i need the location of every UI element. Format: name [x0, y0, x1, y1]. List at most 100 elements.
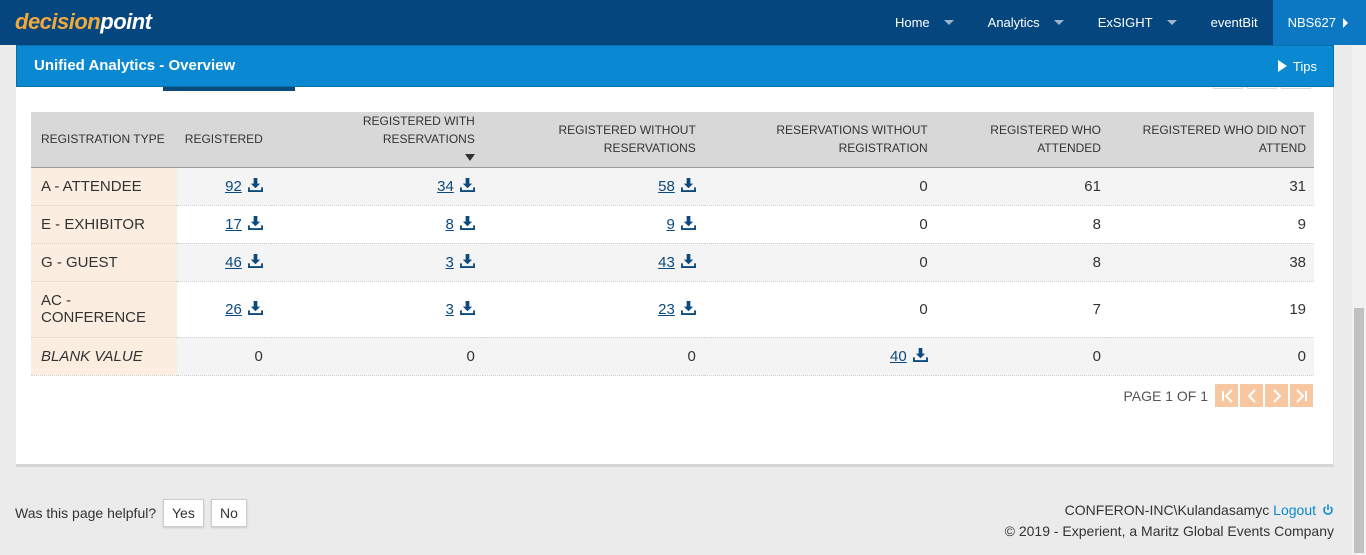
col-header-registered-with-reservations[interactable]: REGISTERED WITH RESERVATIONS: [270, 112, 483, 168]
hidden-control: [1281, 87, 1311, 89]
cell-registered-who-attended: 61: [935, 167, 1109, 206]
download-icon[interactable]: [680, 215, 696, 230]
cell-registered-with-reservations: 3: [270, 243, 483, 282]
cell-reservations-without-registration: 0: [703, 167, 936, 206]
nav-exsight-label: ExSIGHT: [1097, 15, 1153, 30]
main-nav: Home Analytics ExSIGHT eventBit NBS627: [876, 0, 1366, 45]
download-icon[interactable]: [247, 177, 263, 192]
registered-link[interactable]: 26: [225, 301, 242, 318]
cell-registered-without-reservations: 23: [482, 281, 704, 338]
col-header-registered-who-did-not-attend[interactable]: REGISTERED WHO DID NOT ATTEND: [1108, 112, 1314, 168]
registered-link[interactable]: 17: [225, 216, 242, 233]
cell-registered-who-did-not-attend: 38: [1108, 243, 1314, 282]
cell-registered-who-did-not-attend: 0: [1108, 337, 1314, 376]
cell-registered-with-reservations: 34: [270, 167, 483, 206]
without-reservations-link[interactable]: 23: [658, 301, 675, 318]
without-reservations-link[interactable]: 58: [658, 178, 675, 195]
cell-text: CONFERENCE: [41, 309, 147, 326]
download-icon[interactable]: [912, 347, 928, 362]
download-icon[interactable]: [247, 300, 263, 315]
table-row: AC - CONFERENCE 26 3 23 0 7 19: [31, 281, 1314, 338]
download-icon[interactable]: [247, 253, 263, 268]
next-page-button[interactable]: [1265, 384, 1288, 407]
first-page-icon: [1221, 388, 1233, 403]
cell-registered-with-reservations: 0: [270, 337, 483, 376]
account-info: CONFERON-INC\Kulandasamyc Logout: [1065, 502, 1334, 518]
tips-label: Tips: [1292, 59, 1317, 74]
tips-button[interactable]: Tips: [1277, 59, 1317, 74]
download-icon[interactable]: [459, 253, 475, 268]
cell-registration-type: BLANK VALUE: [31, 337, 177, 376]
cell-registered-who-did-not-attend: 19: [1108, 281, 1314, 338]
cell-registration-type: A - ATTENDEE: [31, 167, 177, 206]
download-icon[interactable]: [459, 300, 475, 315]
top-navbar: decisionpoint Home Analytics ExSIGHT eve…: [0, 0, 1366, 45]
cell-registered-who-did-not-attend: 9: [1108, 205, 1314, 244]
with-reservations-link[interactable]: 8: [446, 216, 454, 233]
prev-page-button[interactable]: [1240, 384, 1263, 407]
active-tab-indicator: [163, 87, 295, 91]
col-header-label: REGISTERED WITH RESERVATIONS: [362, 114, 475, 147]
download-icon[interactable]: [459, 177, 475, 192]
scrollbar-thumb[interactable]: [1354, 308, 1364, 553]
power-icon[interactable]: [1322, 504, 1334, 516]
first-page-button[interactable]: [1215, 384, 1238, 407]
download-icon[interactable]: [680, 300, 696, 315]
last-page-button[interactable]: [1290, 384, 1313, 407]
col-header-registration-type[interactable]: REGISTRATION TYPE: [31, 112, 177, 168]
cell-registered-who-attended: 7: [935, 281, 1109, 338]
account-name: CONFERON-INC\Kulandasamyc: [1064, 502, 1270, 518]
nav-exsight[interactable]: ExSIGHT: [1079, 0, 1192, 45]
decisionpoint-logo[interactable]: decisionpoint: [15, 9, 152, 35]
col-header-label: REGISTERED WITHOUT: [558, 123, 696, 138]
feedback-yes-button[interactable]: Yes: [163, 499, 204, 527]
logout-link[interactable]: Logout: [1273, 502, 1316, 518]
page-scrollbar[interactable]: [1352, 45, 1366, 555]
chevron-down-icon: [1053, 20, 1064, 25]
cell-registered-without-reservations: 0: [482, 337, 704, 376]
cell-registered-who-attended: 8: [935, 243, 1109, 282]
cell-registered: 17: [176, 205, 271, 244]
chevron-right-icon: [1343, 17, 1348, 28]
play-icon: [1277, 60, 1287, 72]
registered-link[interactable]: 46: [225, 254, 242, 271]
col-header-label: REGISTERED WHO: [990, 123, 1101, 138]
pagination: PAGE 1 OF 1: [1123, 384, 1313, 407]
registration-table: REGISTRATION TYPE REGISTERED REGISTERED …: [31, 112, 1314, 376]
chevron-right-icon: [1272, 388, 1281, 403]
cell-reservations-without-registration: 0: [703, 205, 936, 244]
feedback-no-button[interactable]: No: [211, 499, 247, 527]
download-icon[interactable]: [680, 253, 696, 268]
download-icon[interactable]: [459, 215, 475, 230]
with-reservations-link[interactable]: 3: [446, 254, 454, 271]
col-header-label: REGISTERED WHO DID NOT: [1142, 123, 1306, 138]
page-title-bar: Unified Analytics - Overview Tips: [16, 45, 1334, 87]
cell-registered-who-attended: 0: [935, 337, 1109, 376]
cell-registered: 26: [176, 281, 271, 338]
reservations-without-registration-link[interactable]: 40: [890, 348, 907, 365]
with-reservations-link[interactable]: 3: [446, 301, 454, 318]
nav-eventbit[interactable]: eventBit: [1192, 0, 1273, 45]
col-header-registered-who-attended[interactable]: REGISTERED WHO ATTENDED: [935, 112, 1109, 168]
col-header-registered[interactable]: REGISTERED: [176, 112, 271, 168]
without-reservations-link[interactable]: 43: [658, 254, 675, 271]
cell-registered-without-reservations: 9: [482, 205, 704, 244]
cell-reservations-without-registration: 0: [703, 281, 936, 338]
download-icon[interactable]: [247, 215, 263, 230]
download-icon[interactable]: [680, 177, 696, 192]
hidden-control: [1247, 87, 1277, 89]
col-header-reservations-without-registration[interactable]: RESERVATIONS WITHOUT REGISTRATION: [703, 112, 936, 168]
col-header-label: REGISTRATION: [838, 141, 928, 156]
cell-reservations-without-registration: 0: [703, 243, 936, 282]
chevron-down-icon: [943, 20, 954, 25]
nav-analytics[interactable]: Analytics: [969, 0, 1079, 45]
col-header-label: RESERVATIONS: [603, 141, 696, 156]
col-header-registered-without-reservations[interactable]: REGISTERED WITHOUT RESERVATIONS: [482, 112, 704, 168]
with-reservations-link[interactable]: 34: [437, 178, 454, 195]
col-header-label: ATTENDED: [1037, 141, 1101, 156]
nav-home[interactable]: Home: [876, 0, 969, 45]
nav-user-menu[interactable]: NBS627: [1272, 0, 1366, 45]
registered-link[interactable]: 92: [225, 178, 242, 195]
chevron-left-icon: [1247, 388, 1256, 403]
without-reservations-link[interactable]: 9: [666, 216, 674, 233]
